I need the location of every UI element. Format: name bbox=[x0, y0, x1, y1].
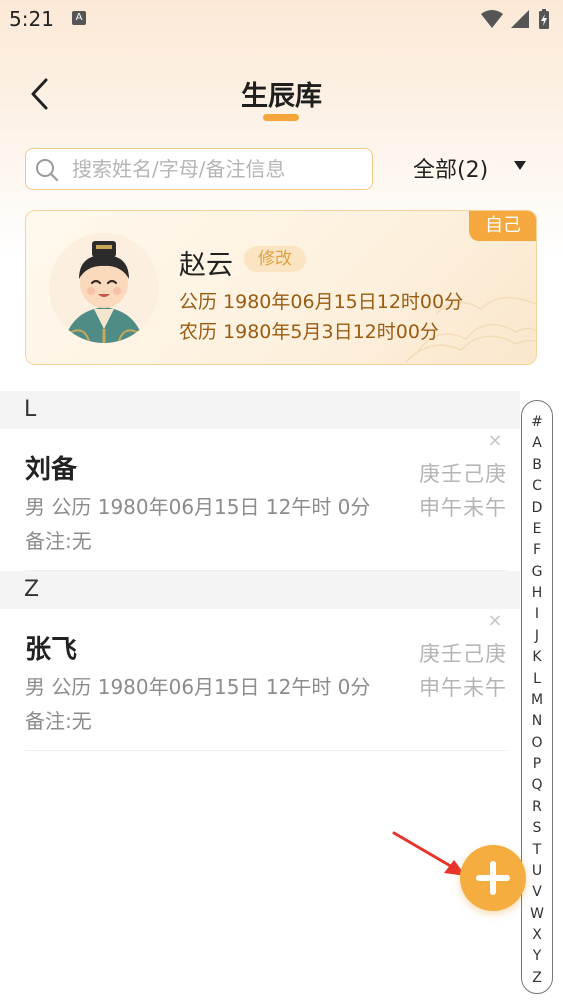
index-letter[interactable]: P bbox=[533, 757, 541, 771]
search-input[interactable] bbox=[72, 155, 362, 183]
contact-birth-info: 男 公历 1980年06月15日 12午时 0分 bbox=[25, 495, 371, 519]
edit-button[interactable]: 修改 bbox=[244, 246, 306, 272]
contact-note: 备注:无 bbox=[25, 709, 92, 733]
index-letter[interactable]: N bbox=[532, 714, 542, 728]
bazi-stems: 庚壬己庚 bbox=[419, 642, 507, 666]
notification-icon: A bbox=[72, 11, 86, 25]
index-letter[interactable]: K bbox=[532, 650, 541, 664]
index-letter[interactable]: S bbox=[533, 821, 542, 835]
battery-icon bbox=[539, 9, 549, 29]
index-letter[interactable]: A bbox=[532, 436, 542, 450]
self-tag: 自己 bbox=[469, 211, 536, 241]
title-underline bbox=[263, 114, 299, 121]
index-letter[interactable]: X bbox=[532, 928, 542, 942]
section-letter: Z bbox=[24, 577, 40, 602]
contact-name: 刘备 bbox=[25, 455, 78, 485]
index-letter[interactable]: I bbox=[535, 607, 539, 621]
wifi-icon bbox=[481, 10, 503, 28]
page-title: 生辰库 bbox=[241, 81, 322, 112]
index-letter[interactable]: M bbox=[531, 693, 543, 707]
index-letter[interactable]: Q bbox=[531, 778, 542, 792]
index-letter[interactable]: B bbox=[532, 458, 542, 472]
contact-name: 张飞 bbox=[25, 635, 78, 665]
self-solar-date: 公历 1980年06月15日12时00分 bbox=[179, 291, 464, 313]
section-header-z: Z bbox=[0, 571, 520, 609]
search-icon bbox=[36, 159, 59, 182]
delete-icon[interactable]: × bbox=[487, 432, 503, 450]
index-letter[interactable]: H bbox=[532, 586, 543, 600]
index-letter[interactable]: R bbox=[532, 800, 542, 814]
self-lunar-date: 农历 1980年5月3日12时00分 bbox=[179, 321, 439, 343]
status-bar: 5:21 A bbox=[0, 0, 563, 38]
caret-down-icon[interactable] bbox=[514, 161, 526, 170]
section-letter: L bbox=[24, 397, 37, 422]
contact-item[interactable]: 张飞 男 公历 1980年06月15日 12午时 0分 备注:无 庚壬己庚 申午… bbox=[25, 609, 507, 751]
self-profile-card[interactable]: 自己 赵云 修改 公历 1980年06月15日12时00分 农历 1980年5月… bbox=[25, 210, 537, 365]
index-letter[interactable]: F bbox=[533, 543, 541, 557]
index-letter[interactable]: W bbox=[530, 907, 544, 921]
plus-icon bbox=[476, 861, 510, 895]
status-time: 5:21 bbox=[9, 7, 54, 31]
index-letter[interactable]: U bbox=[532, 864, 542, 878]
index-letter[interactable]: D bbox=[532, 501, 543, 515]
bazi-branches: 申午未午 bbox=[419, 496, 507, 520]
index-letter[interactable]: T bbox=[533, 843, 542, 857]
delete-icon[interactable]: × bbox=[487, 612, 503, 630]
filter-dropdown[interactable]: 全部(2) bbox=[413, 152, 488, 184]
index-letter[interactable]: Z bbox=[532, 971, 542, 985]
add-button[interactable] bbox=[460, 845, 526, 911]
filter-label: 全部(2) bbox=[413, 158, 489, 183]
index-letter[interactable]: V bbox=[532, 885, 542, 899]
index-letter[interactable]: Y bbox=[533, 949, 542, 963]
index-letter[interactable]: L bbox=[533, 672, 541, 686]
index-letter[interactable]: G bbox=[532, 565, 543, 579]
index-letter[interactable]: J bbox=[535, 629, 539, 643]
index-letter[interactable]: C bbox=[532, 479, 542, 493]
status-icons bbox=[481, 9, 549, 29]
index-letter[interactable]: O bbox=[531, 736, 542, 750]
bazi-branches: 申午未午 bbox=[419, 676, 507, 700]
self-name: 赵云 bbox=[179, 250, 233, 281]
contact-birth-info: 男 公历 1980年06月15日 12午时 0分 bbox=[25, 675, 371, 699]
bazi-stems: 庚壬己庚 bbox=[419, 462, 507, 486]
index-letter[interactable]: # bbox=[531, 415, 543, 429]
search-box[interactable] bbox=[25, 148, 373, 190]
signal-icon bbox=[511, 10, 529, 28]
index-letter[interactable]: E bbox=[533, 522, 542, 536]
contact-item[interactable]: 刘备 男 公历 1980年06月15日 12午时 0分 备注:无 庚壬己庚 申午… bbox=[25, 429, 507, 571]
avatar bbox=[49, 233, 159, 343]
section-header-l: L bbox=[0, 391, 520, 429]
contact-note: 备注:无 bbox=[25, 529, 92, 553]
